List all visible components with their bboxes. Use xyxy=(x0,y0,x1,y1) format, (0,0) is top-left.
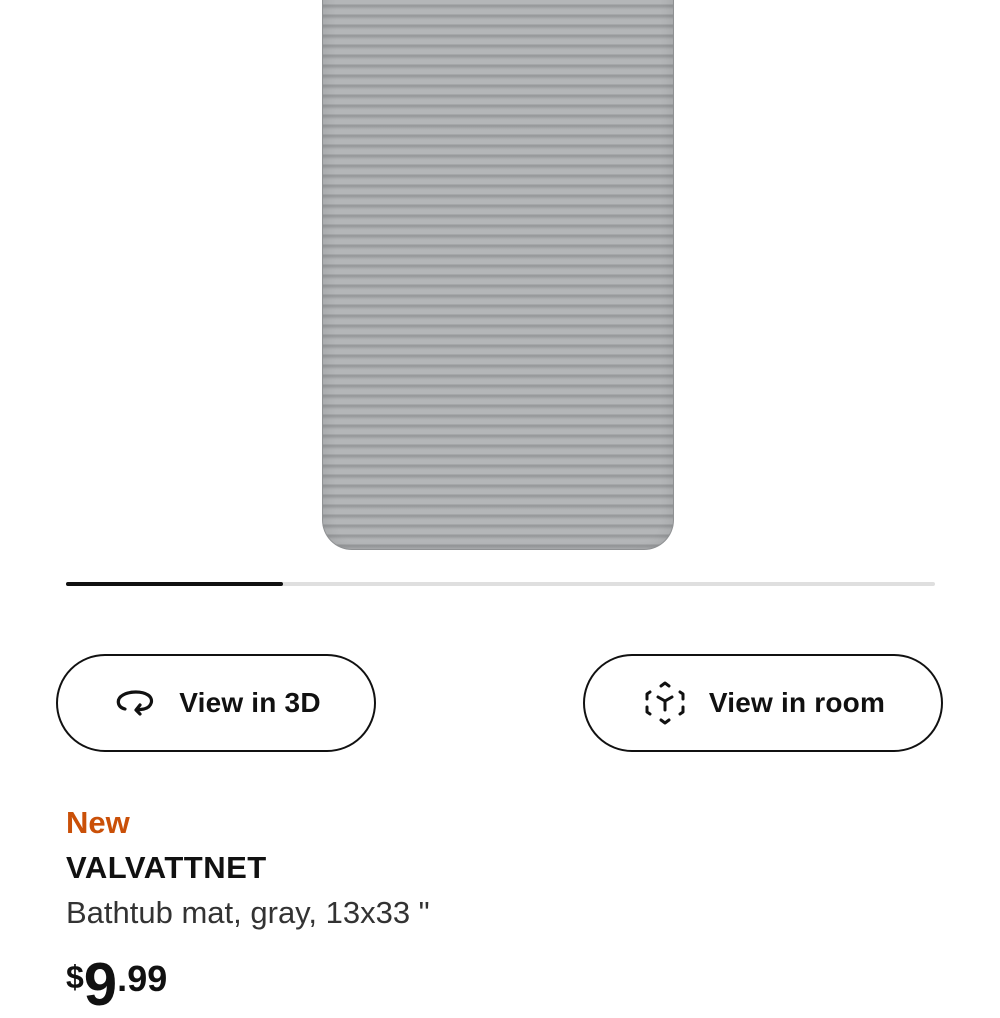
view-in-3d-button[interactable]: View in 3D xyxy=(56,654,376,752)
price-separator: . xyxy=(117,958,128,999)
product-image-gallery[interactable] xyxy=(0,0,1000,570)
gallery-progress-bar xyxy=(66,582,935,586)
ar-cube-icon xyxy=(641,679,689,727)
product-price: $ 9 . 99 xyxy=(66,955,167,1015)
rotate-3d-icon xyxy=(111,679,159,727)
product-description: Bathtub mat, gray, 13x33 " xyxy=(66,895,430,930)
view-in-room-button[interactable]: View in room xyxy=(583,654,943,752)
price-decimal: 99 xyxy=(127,958,168,999)
product-name: VALVATTNET xyxy=(66,850,267,885)
view-in-3d-label: View in 3D xyxy=(179,687,321,718)
price-currency: $ xyxy=(66,959,84,995)
gallery-progress-indicator xyxy=(66,582,284,586)
product-image xyxy=(322,0,674,550)
price-integer: 9 xyxy=(83,951,118,1018)
new-badge: New xyxy=(66,805,130,840)
view-in-room-label: View in room xyxy=(708,687,886,718)
